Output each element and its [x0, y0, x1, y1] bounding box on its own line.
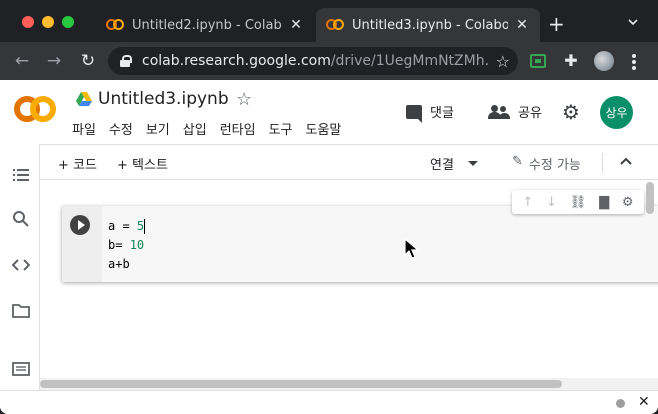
add-text-button[interactable]: + 텍스트	[117, 154, 168, 173]
close-tab-icon[interactable]: ✕	[288, 17, 304, 33]
lock-icon[interactable]	[120, 55, 132, 67]
browser-menu-icon[interactable]	[632, 54, 636, 72]
address-bar[interactable]: colab.research.google.com/drive/1UegMmNt…	[108, 47, 518, 75]
status-bar: ✕	[0, 390, 658, 414]
menu-file[interactable]: 파일	[72, 119, 96, 138]
cell-toolbar: ↑ ↓ ⛓ ▇ ⚙	[512, 190, 644, 214]
run-cell-button[interactable]	[70, 215, 90, 235]
menu-edit[interactable]: 수정	[109, 119, 133, 138]
forward-arrow-icon[interactable]: →	[44, 51, 64, 71]
collapse-chevron-icon[interactable]	[619, 154, 633, 168]
settings-gear-icon[interactable]: ⚙	[562, 100, 580, 124]
comment-icon[interactable]: ▇	[599, 195, 609, 210]
search-icon[interactable]	[12, 210, 30, 228]
code-line: b= 10	[108, 238, 145, 252]
terminal-icon[interactable]	[12, 360, 30, 378]
tab-search-chevron-icon[interactable]	[628, 17, 638, 27]
colab-page: Untitled3.ipynb ☆ 파일 수정 보기 삽입 런타임 도구 도움말…	[0, 80, 658, 414]
people-icon	[488, 104, 510, 119]
left-sidebar	[0, 144, 40, 414]
add-code-button[interactable]: + 코드	[58, 154, 97, 173]
star-icon[interactable]: ☆	[236, 89, 252, 110]
window-zoom-button[interactable]	[62, 16, 74, 28]
menu-view[interactable]: 보기	[146, 119, 170, 138]
move-up-arrow-icon[interactable]: ↑	[522, 195, 533, 210]
pencil-icon: ✎	[512, 154, 523, 169]
menu-insert[interactable]: 삽입	[183, 119, 207, 138]
url-text: colab.research.google.com/drive/1UegMmNt…	[142, 53, 490, 69]
connect-button[interactable]: 연결	[430, 154, 454, 173]
code-line: a = 5	[108, 219, 146, 234]
browser-window: Untitled2.ipynb - Colaborat ✕ Untitled3.…	[0, 0, 658, 414]
code-line: a+b	[108, 257, 130, 271]
tab-title: Untitled3.ipynb - Colaborat	[352, 17, 508, 33]
colab-favicon-icon	[326, 19, 344, 31]
link-icon[interactable]: ⛓	[570, 195, 587, 210]
mouse-pointer-icon	[404, 238, 420, 259]
extensions-puzzle-icon[interactable]: ✚	[562, 52, 580, 70]
google-drive-icon	[76, 92, 92, 106]
profile-avatar[interactable]	[594, 51, 614, 71]
horizontal-scrollbar-track	[40, 378, 658, 390]
comment-icon	[406, 104, 422, 123]
cell-gutter	[62, 206, 102, 282]
tab-strip: Untitled2.ipynb - Colaborat ✕ Untitled3.…	[0, 0, 658, 42]
settings-gear-icon[interactable]: ⚙	[622, 195, 634, 210]
notebook-area: a = 5 b= 10 a+b ↑ ↓ ⛓ ▇ ⚙	[40, 180, 658, 378]
user-avatar[interactable]: 상우	[600, 96, 633, 129]
close-tab-icon[interactable]: ✕	[514, 17, 530, 33]
reload-icon[interactable]: ↻	[78, 51, 98, 71]
back-arrow-icon[interactable]: ←	[12, 51, 32, 71]
colab-favicon-icon	[106, 19, 124, 31]
new-tab-icon[interactable]: +	[548, 14, 565, 34]
text-cursor	[144, 219, 146, 234]
code-snippets-icon[interactable]	[12, 256, 30, 274]
menu-runtime[interactable]: 런타임	[220, 119, 256, 138]
code-editor[interactable]: a = 5 b= 10 a+b	[108, 217, 146, 274]
notebook-title[interactable]: Untitled3.ipynb	[98, 89, 229, 109]
notebook-toolbar: + 코드 + 텍스트 연결 ✎ 수정 가능	[40, 144, 658, 180]
window-close-button[interactable]	[22, 16, 34, 28]
close-icon[interactable]: ✕	[638, 394, 650, 410]
tab-title: Untitled2.ipynb - Colaborat	[132, 17, 282, 33]
menu-help[interactable]: 도움말	[306, 119, 342, 138]
browser-toolbar: ← → ↻ colab.research.google.com/drive/1U…	[0, 42, 658, 80]
browser-tab-untitled3[interactable]: Untitled3.ipynb - Colaborat ✕	[316, 8, 540, 42]
colab-logo-icon[interactable]	[14, 96, 58, 126]
browser-tab-untitled2[interactable]: Untitled2.ipynb - Colaborat ✕	[96, 8, 314, 42]
code-cell[interactable]: a = 5 b= 10 a+b	[62, 206, 658, 282]
share-label: 공유	[518, 106, 542, 121]
menu-bar: 파일 수정 보기 삽입 런타임 도구 도움말	[72, 119, 341, 138]
colab-header: Untitled3.ipynb ☆ 파일 수정 보기 삽입 런타임 도구 도움말…	[0, 80, 658, 144]
horizontal-scrollbar[interactable]	[40, 380, 562, 388]
extension-icon[interactable]	[530, 54, 546, 68]
status-indicator	[616, 399, 625, 408]
edit-mode-label: 수정 가능	[528, 158, 581, 173]
move-down-arrow-icon[interactable]: ↓	[546, 195, 557, 210]
connect-dropdown-icon[interactable]	[468, 161, 478, 166]
divider	[602, 153, 603, 173]
toc-icon[interactable]	[12, 166, 30, 184]
share-button[interactable]: 공유	[488, 102, 542, 121]
bookmark-star-icon[interactable]: ☆	[496, 52, 510, 71]
folder-icon[interactable]	[12, 302, 30, 320]
edit-mode-button[interactable]: ✎ 수정 가능	[512, 154, 581, 173]
menu-tools[interactable]: 도구	[269, 119, 293, 138]
window-minimize-button[interactable]	[42, 16, 54, 28]
comment-label: 댓글	[430, 106, 454, 121]
vertical-scrollbar[interactable]	[646, 182, 654, 214]
comment-button[interactable]: 댓글	[406, 102, 454, 123]
